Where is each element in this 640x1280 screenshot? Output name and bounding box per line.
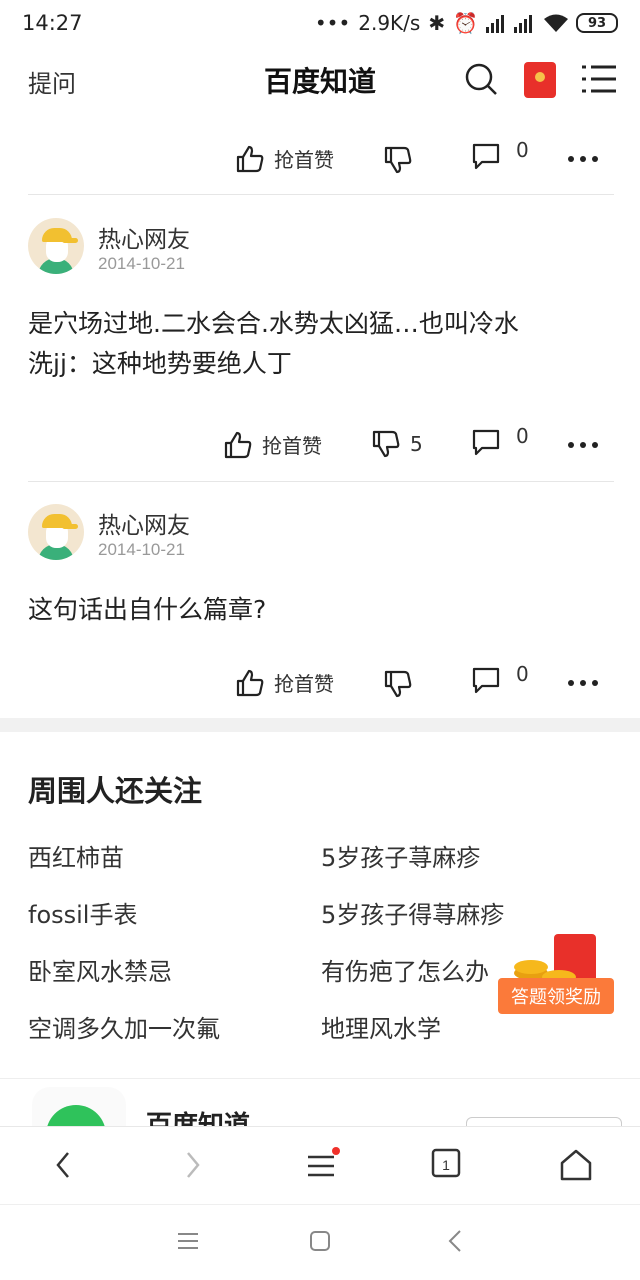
comment-icon bbox=[472, 429, 500, 456]
divider bbox=[28, 194, 614, 195]
signal-icon bbox=[486, 15, 532, 33]
post-date: 2014-10-21 bbox=[98, 254, 185, 273]
answer-actions-top: 抢首赞 0 bbox=[0, 138, 640, 180]
tabs-icon[interactable]: 1 bbox=[430, 1147, 464, 1183]
comment-button[interactable]: 0 bbox=[472, 662, 529, 694]
dislike-count: 5 bbox=[410, 432, 423, 456]
related-item[interactable]: 5岁孩子得荨麻疹 bbox=[321, 895, 504, 930]
section-gap bbox=[0, 718, 640, 732]
status-time: 14:27 bbox=[22, 11, 83, 35]
ask-button[interactable]: 提问 bbox=[28, 64, 76, 99]
browser-toolbar: 1 bbox=[0, 1126, 640, 1204]
thumbs-down-icon bbox=[372, 430, 400, 458]
comment-text: 是穴场过地.二水会合.水势太凶猛…也叫冷水 洗jj：这种地势要绝人丁 bbox=[28, 304, 614, 384]
comment-actions: 抢首赞 5 0 bbox=[0, 424, 640, 466]
open-app-button[interactable] bbox=[466, 1117, 622, 1126]
status-bar: 14:27 ••• 2.9K/s ✱ ⏰ 93 bbox=[0, 0, 640, 46]
divider bbox=[28, 481, 614, 482]
network-speed: 2.9K/s bbox=[358, 11, 421, 35]
coin-icon bbox=[514, 960, 548, 974]
recent-apps-icon[interactable] bbox=[176, 1229, 200, 1253]
related-item[interactable]: fossil手表 bbox=[28, 895, 137, 930]
svg-text:1: 1 bbox=[442, 1157, 450, 1173]
menu-icon[interactable] bbox=[582, 64, 616, 94]
more-icon[interactable] bbox=[568, 680, 598, 686]
app-logo bbox=[32, 1087, 126, 1126]
bluetooth-icon: ✱ bbox=[428, 11, 446, 35]
forward-icon[interactable] bbox=[180, 1147, 204, 1183]
comment-count: 0 bbox=[516, 662, 529, 686]
app-banner[interactable]: 百度知道 bbox=[0, 1078, 640, 1126]
comment-count: 0 bbox=[516, 424, 529, 448]
comment-button[interactable]: 0 bbox=[472, 424, 529, 456]
comment-line: 这句话出自什么篇章? bbox=[28, 595, 267, 624]
comment-count: 0 bbox=[516, 138, 529, 162]
home-icon[interactable] bbox=[558, 1147, 594, 1183]
related-title: 周围人还关注 bbox=[28, 774, 203, 808]
comment-icon bbox=[472, 667, 500, 694]
system-nav-bar bbox=[0, 1204, 640, 1280]
red-envelope-icon[interactable] bbox=[524, 62, 556, 98]
comment-header: 热心网友 2014-10-21 bbox=[28, 504, 608, 564]
reward-label: 答题领奖励 bbox=[498, 978, 614, 1014]
like-button[interactable]: 抢首赞 bbox=[236, 144, 334, 173]
like-label: 抢首赞 bbox=[274, 148, 334, 172]
back-button-icon[interactable] bbox=[444, 1229, 468, 1253]
thumbs-up-icon bbox=[224, 431, 252, 458]
home-button-icon[interactable] bbox=[308, 1229, 332, 1253]
thumbs-down-icon[interactable] bbox=[384, 146, 412, 174]
comment-icon bbox=[472, 143, 500, 170]
back-icon[interactable] bbox=[52, 1147, 76, 1183]
related-item[interactable]: 有伤疤了怎么办 bbox=[321, 952, 489, 987]
user-name[interactable]: 热心网友 bbox=[98, 506, 190, 540]
reward-badge[interactable]: 答题领奖励 bbox=[498, 930, 614, 1016]
like-button[interactable]: 抢首赞 bbox=[236, 668, 334, 697]
related-item[interactable]: 空调多久加一次氟 bbox=[28, 1009, 220, 1044]
like-label: 抢首赞 bbox=[274, 672, 334, 696]
thumbs-up-icon bbox=[236, 669, 264, 696]
status-icons: ••• 2.9K/s ✱ ⏰ 93 bbox=[315, 11, 618, 35]
thumbs-down-icon[interactable] bbox=[384, 670, 412, 698]
related-item[interactable]: 5岁孩子荨麻疹 bbox=[321, 838, 480, 873]
dislike-button[interactable]: 5 bbox=[372, 430, 423, 458]
app-name: 百度知道 bbox=[146, 1111, 251, 1126]
comment-actions: 抢首赞 0 bbox=[0, 662, 640, 704]
battery-icon: 93 bbox=[576, 13, 618, 33]
menu-icon[interactable] bbox=[304, 1147, 340, 1183]
related-item[interactable]: 西红柿苗 bbox=[28, 838, 124, 873]
more-icon[interactable] bbox=[568, 156, 598, 162]
thumbs-up-icon bbox=[236, 145, 264, 172]
avatar[interactable] bbox=[28, 504, 84, 560]
wifi-icon bbox=[544, 14, 568, 32]
comment-line: 洗jj：这种地势要绝人丁 bbox=[28, 349, 292, 378]
app-header: 提问 百度知道 bbox=[0, 50, 640, 110]
comment-header: 热心网友 2014-10-21 bbox=[28, 218, 608, 278]
avatar[interactable] bbox=[28, 218, 84, 274]
alarm-icon: ⏰ bbox=[453, 11, 478, 35]
comment-button[interactable]: 0 bbox=[472, 138, 529, 170]
more-dots-icon: ••• bbox=[314, 11, 351, 35]
search-icon[interactable] bbox=[464, 62, 498, 96]
like-button[interactable]: 抢首赞 bbox=[224, 430, 322, 459]
related-item[interactable]: 地理风水学 bbox=[321, 1009, 441, 1044]
post-date: 2014-10-21 bbox=[98, 540, 185, 559]
comment-line: 是穴场过地.二水会合.水势太凶猛…也叫冷水 bbox=[28, 309, 519, 338]
like-label: 抢首赞 bbox=[262, 434, 322, 458]
related-item[interactable]: 卧室风水禁忌 bbox=[28, 952, 172, 987]
more-icon[interactable] bbox=[568, 442, 598, 448]
user-name[interactable]: 热心网友 bbox=[98, 220, 190, 254]
comment-text: 这句话出自什么篇章? bbox=[28, 590, 614, 630]
